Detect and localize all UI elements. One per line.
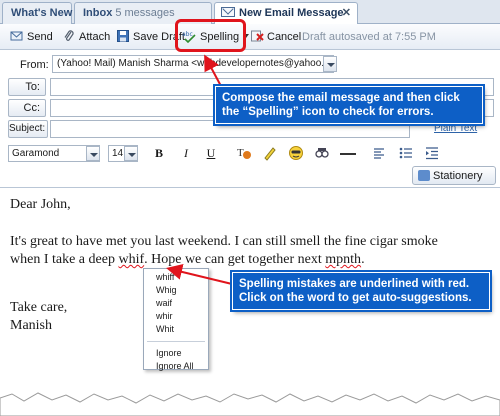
ignore-all-menu-item[interactable]: Ignore All (144, 360, 208, 373)
message-signature: Manish (10, 318, 52, 333)
stationery-icon (418, 170, 430, 181)
spelling-tip-callout: Compose the email message and then click… (215, 86, 483, 124)
misspelled-word-mpnth[interactable]: mpnth (325, 252, 361, 267)
attach-label: Attach (79, 31, 111, 43)
spelling-suggestions-menu: whiff Whig waif whir Whit Ignore Ignore … (143, 268, 209, 373)
cc-button[interactable]: Cc: (8, 99, 46, 117)
menu-divider (147, 341, 205, 342)
draft-autosave-status: Draft autosaved at 7:55 PM (302, 31, 436, 43)
font-family-value: Garamond (12, 148, 60, 159)
subject-label: Subject: (8, 120, 48, 138)
suggestion-item[interactable]: Whit (144, 323, 208, 336)
tab-bar: What's New Inbox 5 messages New Email Mes… (0, 0, 500, 25)
suggestion-item[interactable]: waif (144, 297, 208, 310)
highlight-icon[interactable] (262, 145, 278, 161)
line2-after: . (361, 252, 365, 267)
align-text-icon[interactable] (372, 145, 388, 161)
close-tab-icon[interactable]: ✕ (342, 6, 351, 19)
font-size-dropdown-arrow[interactable] (124, 146, 138, 161)
underline-tip-callout: Spelling mistakes are underlined with re… (232, 272, 490, 310)
suggestion-item[interactable]: Whig (144, 284, 208, 297)
cancel-icon (251, 30, 264, 42)
cancel-button[interactable]: Cancel (250, 29, 301, 45)
ignore-menu-item[interactable]: Ignore (144, 347, 208, 360)
indent-icon[interactable] (424, 145, 440, 161)
stationery-label: Stationery (433, 170, 483, 182)
insert-image-icon[interactable] (314, 145, 330, 161)
message-closing: Take care, (10, 300, 68, 315)
tab-inbox-label: Inbox (83, 7, 113, 19)
bullet-list-icon[interactable] (398, 145, 414, 161)
paperclip-icon (64, 30, 74, 41)
tab-new-email-label: New Email Message (239, 7, 344, 19)
body-divider (0, 187, 500, 188)
floppy-disk-icon (117, 30, 129, 42)
from-label: From: (20, 59, 49, 71)
line2-before: when I take a deep (10, 252, 119, 267)
inbox-count-badge: 5 messages (115, 7, 175, 19)
from-dropdown-arrow[interactable] (323, 56, 337, 72)
to-button[interactable]: To: (8, 78, 46, 96)
stationery-button[interactable]: Stationery (412, 166, 496, 185)
compose-toolbar: Send Attach Save Draft abc Spelling Cance… (0, 24, 500, 50)
bold-button[interactable]: B (150, 145, 168, 162)
send-icon (10, 31, 23, 41)
suggestion-item[interactable]: whiff (144, 271, 208, 284)
line2-middle: . Hope we can get together next (144, 252, 326, 267)
formatting-toolbar: Garamond 14 B I U T (0, 140, 500, 166)
italic-button[interactable]: I (177, 145, 195, 162)
send-button[interactable]: Send (10, 29, 53, 45)
from-select[interactable]: (Yahoo! Mail) Manish Sharma <webdevelope… (52, 55, 334, 73)
suggestion-item[interactable]: whir (144, 310, 208, 323)
torn-edge-decoration (0, 392, 500, 416)
message-greeting: Dear John, (10, 197, 71, 212)
message-line-1: It's great to have met you last weekend.… (10, 234, 438, 249)
svg-text:T: T (237, 147, 244, 159)
horizontal-rule-icon[interactable] (340, 145, 356, 162)
spelling-highlight-box (175, 19, 246, 52)
font-size-value: 14 (112, 148, 124, 159)
message-line-2: when I take a deep whif. Hope we can get… (10, 252, 365, 268)
emoticon-icon[interactable] (288, 145, 304, 161)
plain-text-link[interactable]: Plain Text (434, 123, 477, 134)
misspelled-word-whif[interactable]: whif (118, 252, 144, 267)
text-color-icon[interactable]: T (236, 145, 252, 161)
attach-button[interactable]: Attach (62, 29, 110, 45)
underline-button[interactable]: U (202, 145, 220, 162)
font-family-dropdown-arrow[interactable] (86, 146, 100, 161)
send-label: Send (27, 31, 53, 43)
tab-whats-new-label: What's New (11, 7, 73, 19)
envelope-icon (221, 7, 235, 17)
cancel-label: Cancel (267, 31, 302, 43)
tab-whats-new[interactable]: What's New (2, 2, 72, 24)
